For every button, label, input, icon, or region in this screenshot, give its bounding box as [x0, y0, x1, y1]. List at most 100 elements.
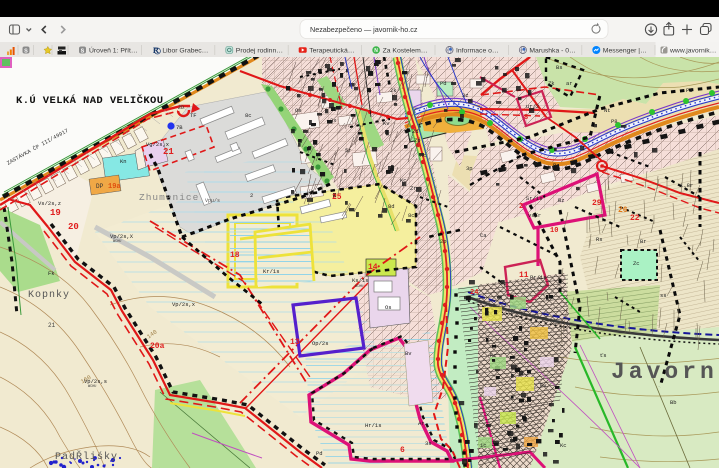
- svg-text:S: S: [81, 48, 85, 54]
- svg-text:Zd: Zd: [412, 128, 419, 135]
- svg-text:Ar: Ar: [418, 420, 425, 427]
- svg-text:1c: 1c: [480, 442, 487, 449]
- svg-text:Os: Os: [385, 304, 392, 311]
- svg-text:Nezabezpečeno — javornik-ho.cz: Nezabezpečeno — javornik-ho.cz: [310, 25, 418, 34]
- svg-text:www.javornik…: www.javornik…: [669, 48, 716, 55]
- svg-text:Pd: Pd: [440, 80, 447, 87]
- svg-text:26: 26: [618, 206, 628, 215]
- svg-text:Ev: Ev: [540, 382, 547, 389]
- svg-text:Informace o…: Informace o…: [456, 48, 499, 55]
- svg-text:10: 10: [550, 227, 558, 235]
- svg-text:19: 19: [50, 208, 61, 218]
- svg-text:8c: 8c: [245, 112, 252, 119]
- svg-text:8d: 8d: [388, 203, 395, 210]
- svg-text:Bv: Bv: [405, 350, 412, 357]
- svg-text:WCHU: WCHU: [88, 385, 96, 389]
- svg-text:Fr: Fr: [520, 412, 527, 419]
- svg-text:Pd: Pd: [316, 450, 323, 457]
- svg-text:Bz: Bz: [558, 197, 565, 204]
- svg-text:2p: 2p: [440, 238, 447, 245]
- svg-text:Messenger |…: Messenger |…: [603, 48, 647, 55]
- svg-text:Hr/1s: Hr/1s: [365, 422, 382, 429]
- svg-text:Javorník: Javorník: [611, 359, 719, 385]
- svg-text:3z: 3z: [462, 92, 469, 99]
- svg-text:Vp/2s,x: Vp/2s,x: [172, 301, 196, 308]
- svg-text:2: 2: [519, 203, 523, 211]
- svg-text:25: 25: [332, 193, 342, 202]
- svg-text:Br: Br: [640, 238, 647, 245]
- svg-text:Ks/1s: Ks/1s: [352, 277, 369, 284]
- svg-text:Pd: Pd: [686, 87, 693, 94]
- svg-text:Marushka - 0…: Marushka - 0…: [529, 48, 575, 55]
- svg-text:ZD: ZD: [178, 105, 184, 111]
- svg-text:ss: ss: [660, 292, 667, 299]
- svg-text:29: 29: [592, 199, 602, 208]
- svg-text:1.8r: 1.8r: [680, 182, 693, 189]
- svg-text:13: 13: [290, 338, 300, 347]
- svg-text:ar: ar: [566, 80, 573, 87]
- svg-text:TF: TF: [190, 112, 197, 119]
- svg-text:N: N: [374, 48, 378, 54]
- svg-text:14: 14: [368, 263, 378, 272]
- svg-text:Úroveň 1: Přít…: Úroveň 1: Přít…: [89, 46, 138, 55]
- svg-text:Vs/2s,z: Vs/2s,z: [38, 200, 61, 207]
- svg-text:Kv: Kv: [383, 120, 390, 127]
- svg-text:ur/2: ur/2: [526, 103, 539, 110]
- svg-text:19a: 19a: [108, 183, 121, 191]
- svg-text:WCHU: WCHU: [355, 285, 363, 289]
- svg-text:Rs: Rs: [596, 236, 603, 243]
- svg-text:3p: 3p: [466, 165, 473, 172]
- svg-text:Vp/2s,X: Vp/2s,X: [110, 233, 134, 240]
- svg-text:Pr/1s: Pr/1s: [530, 274, 547, 281]
- svg-text:DP: DP: [96, 183, 104, 190]
- svg-text:5r: 5r: [345, 147, 352, 154]
- svg-text:3x: 3x: [330, 117, 337, 124]
- svg-text:Op/2s: Op/2s: [312, 340, 329, 347]
- svg-text:Kopnky: Kopnky: [28, 289, 70, 301]
- svg-text:Za Kostelem…: Za Kostelem…: [383, 48, 428, 55]
- svg-text:Os: Os: [295, 107, 302, 114]
- svg-text:PadŘliśky: PadŘliśky: [55, 449, 118, 463]
- svg-text:Kn: Kn: [120, 158, 127, 165]
- svg-text:Kc: Kc: [420, 152, 427, 159]
- svg-text:K.Ú VELKÁ NAD VELIČKOU: K.Ú VELKÁ NAD VELIČKOU: [16, 93, 163, 107]
- svg-text:6: 6: [400, 446, 405, 455]
- svg-text:22: 22: [630, 214, 640, 223]
- svg-text:Zc: Zc: [633, 260, 640, 267]
- svg-text:Vp/2s,s: Vp/2s,s: [84, 378, 107, 385]
- svg-text:Libor Grabec…: Libor Grabec…: [162, 48, 208, 55]
- svg-text:Bb: Bb: [670, 399, 677, 406]
- svg-text:Zr: Zr: [410, 185, 417, 192]
- svg-text:Kr/1s: Kr/1s: [263, 268, 280, 275]
- svg-text:21: 21: [48, 322, 56, 329]
- svg-text:3s: 3s: [425, 440, 432, 447]
- svg-text:Terapeutická…: Terapeutická…: [309, 48, 354, 55]
- svg-text:2: 2: [250, 192, 253, 199]
- svg-text:2k: 2k: [390, 87, 397, 94]
- svg-text:WCHU: WCHU: [113, 240, 121, 244]
- svg-text:Zhumenice: Zhumenice: [139, 192, 199, 203]
- svg-text:vs/r: vs/r: [528, 212, 541, 219]
- svg-text:Fk: Fk: [48, 270, 55, 277]
- svg-text:ťs: ťs: [600, 352, 607, 359]
- svg-text:20a: 20a: [150, 342, 165, 351]
- svg-text:Kc: Kc: [560, 442, 567, 449]
- svg-text:Ca: Ca: [480, 232, 487, 239]
- svg-text:20: 20: [68, 222, 79, 232]
- svg-text:Zk: Zk: [548, 80, 555, 87]
- svg-text:Kc: Kc: [400, 177, 407, 184]
- svg-text:Kc: Kc: [490, 352, 497, 359]
- svg-text:Sr/1s: Sr/1s: [526, 195, 543, 202]
- svg-text:P8: P8: [611, 118, 618, 125]
- svg-text:Vg/2s,x: Vg/2s,x: [146, 141, 170, 148]
- svg-text:11: 11: [519, 271, 529, 280]
- svg-text:Pz: Pz: [553, 162, 560, 169]
- svg-text:8: 8: [524, 114, 528, 122]
- svg-text:Nt: Nt: [604, 107, 611, 114]
- svg-text:7B: 7B: [176, 124, 183, 131]
- svg-text:Bs: Bs: [556, 64, 563, 71]
- svg-text:8c: 8c: [408, 212, 415, 219]
- svg-text:18: 18: [230, 251, 240, 260]
- svg-text:Prodej rodinn…: Prodej rodinn…: [236, 48, 283, 55]
- svg-text:21: 21: [163, 147, 174, 157]
